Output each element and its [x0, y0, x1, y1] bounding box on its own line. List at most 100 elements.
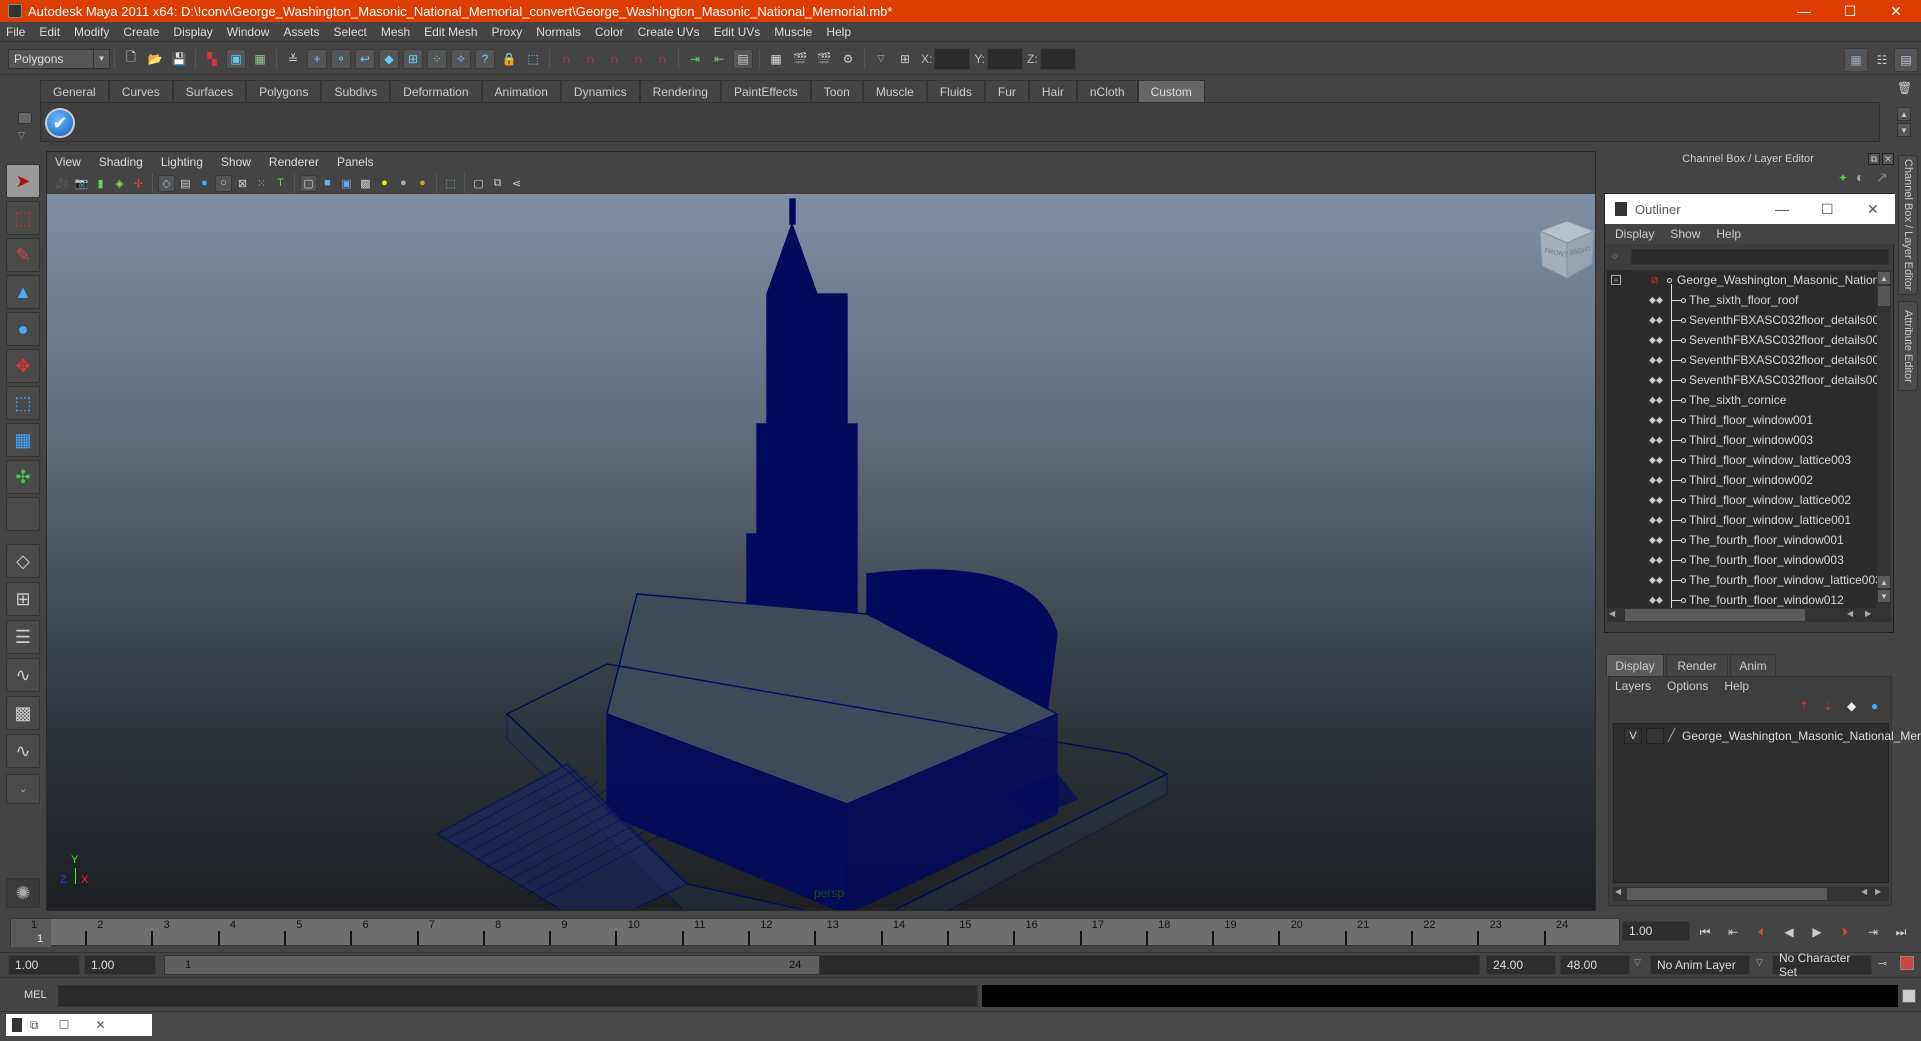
checkmark-shelf-button-icon[interactable]: ✔: [45, 108, 75, 138]
shelf-tab-deformation[interactable]: Deformation: [390, 80, 482, 102]
h-scroll-thumb[interactable]: [1627, 888, 1827, 900]
grid-toggle-icon[interactable]: ◇: [158, 174, 175, 192]
h-scroll-thumb[interactable]: [1625, 609, 1805, 621]
outliner-item[interactable]: ⬥⬥ SeventhFBXASC032floor_details001: [1607, 310, 1877, 330]
input-connections-icon[interactable]: ⇥: [685, 49, 705, 69]
layer-tab-render[interactable]: Render: [1666, 654, 1728, 676]
select-camera-icon[interactable]: 🎥: [54, 175, 71, 192]
render-view-icon[interactable]: ▦: [766, 49, 786, 69]
maximize-icon[interactable]: ☐: [59, 1018, 70, 1032]
minimized-window[interactable]: ⧉ ☐ ✕: [6, 1014, 152, 1036]
pick-deformations-icon[interactable]: ⊞: [403, 48, 423, 69]
layer-menu-options[interactable]: Options: [1667, 679, 1708, 693]
outliner-persp-layout-icon[interactable]: ☰: [6, 620, 40, 654]
play-forward-icon[interactable]: ▶: [1808, 923, 1826, 941]
scroll-right-icon[interactable]: ▶: [1875, 887, 1881, 896]
anim-layer-dropdown-icon[interactable]: ▽: [1634, 957, 1641, 968]
all-lights-icon[interactable]: ●: [395, 175, 412, 192]
select-tool-icon[interactable]: ➤: [6, 164, 40, 198]
shelf-scroll-up-icon[interactable]: ▲: [1897, 107, 1911, 121]
x-ray-icon[interactable]: ▢: [470, 175, 487, 192]
pick-rendering-icon[interactable]: ✧: [451, 48, 471, 69]
shelf-tab-fluids[interactable]: Fluids: [926, 80, 985, 102]
pick-handles-icon[interactable]: +: [307, 48, 327, 69]
outliner-root-item[interactable]: − ⧄ George_Washington_Masonic_National_: [1607, 270, 1877, 290]
anim-layer-field[interactable]: No Anim Layer: [1650, 955, 1750, 975]
lock-selection-icon[interactable]: 🔒: [499, 49, 519, 69]
shelf-tab-custom[interactable]: Custom: [1137, 80, 1205, 102]
menu-muscle[interactable]: Muscle: [774, 25, 812, 39]
shelf-tab-animation[interactable]: Animation: [481, 80, 561, 102]
outliner-item[interactable]: ⬥⬥ The_sixth_floor_roof: [1607, 290, 1877, 310]
image-plane-icon[interactable]: ◈: [111, 175, 128, 192]
field-chart-icon[interactable]: ⊠: [234, 175, 251, 192]
menu-normals[interactable]: Normals: [536, 25, 581, 39]
vp-menu-renderer[interactable]: Renderer: [269, 155, 319, 169]
menu-create[interactable]: Create: [123, 25, 159, 39]
menu-assets[interactable]: Assets: [283, 25, 319, 39]
outliner-menu-show[interactable]: Show: [1670, 227, 1700, 241]
manipulator-icon[interactable]: ✦: [1838, 171, 1848, 185]
render-settings-icon[interactable]: ⚙: [838, 49, 858, 69]
tool-settings-toggle-icon[interactable]: ☷: [1870, 48, 1894, 72]
save-scene-icon[interactable]: 💾: [169, 49, 189, 69]
scroll-right-icon[interactable]: ▶: [1865, 609, 1877, 621]
ipr-render-icon[interactable]: 🎬: [814, 49, 834, 69]
safe-action-icon[interactable]: ⁙: [253, 175, 270, 192]
output-connections-icon[interactable]: ⇤: [709, 49, 729, 69]
layout-more-icon[interactable]: ⌄: [6, 774, 40, 804]
construction-history-icon[interactable]: ▤: [733, 48, 753, 69]
snap-to-grid-icon[interactable]: ∩: [556, 49, 576, 69]
transform-mode-dropdown-icon[interactable]: ▽: [871, 49, 891, 69]
layer-visibility-toggle[interactable]: V: [1624, 728, 1642, 744]
tab-channel-box-layer-editor[interactable]: Channel Box / Layer Editor: [1898, 155, 1918, 295]
script-language-toggle[interactable]: MEL: [24, 989, 47, 1001]
pick-joints-icon[interactable]: ⚬: [331, 48, 351, 69]
x-field[interactable]: [934, 47, 971, 70]
range-slider-track[interactable]: [820, 955, 1480, 975]
outliner-item[interactable]: ⬥⬥ Third_floor_window001: [1607, 410, 1877, 430]
maximize-button[interactable]: ☐: [1827, 0, 1873, 22]
select-by-object-icon[interactable]: ▣: [226, 48, 246, 69]
script-editor-icon[interactable]: [1902, 989, 1916, 1003]
tab-attribute-editor[interactable]: Attribute Editor: [1898, 301, 1918, 391]
animation-preferences-icon[interactable]: [1900, 956, 1914, 970]
last-tool-slot[interactable]: [6, 497, 40, 531]
playback-end-field[interactable]: 24.00: [1486, 955, 1556, 975]
scroll-left-icon[interactable]: ◀: [1861, 887, 1867, 896]
four-view-layout-icon[interactable]: ⊞: [6, 582, 40, 616]
new-layer-selected-icon[interactable]: ●: [1871, 699, 1878, 713]
pick-curves-icon[interactable]: ↩: [355, 48, 375, 69]
layer-type-toggle[interactable]: [1646, 728, 1664, 744]
restore-icon[interactable]: ⧉: [30, 1018, 39, 1033]
command-input[interactable]: [58, 985, 978, 1007]
view-cube[interactable]: FRONT RIGHT: [1532, 216, 1596, 279]
range-slider-handle[interactable]: 1 24: [164, 955, 820, 975]
new-scene-icon[interactable]: 🗋: [121, 49, 141, 69]
default-lighting-icon[interactable]: ●: [376, 175, 393, 192]
outliner-menu-help[interactable]: Help: [1716, 227, 1741, 241]
arrow-icon[interactable]: ↗: [1876, 169, 1888, 186]
pick-surfaces-icon[interactable]: ◆: [379, 48, 399, 69]
snap-to-view-plane-icon[interactable]: ∩: [628, 49, 648, 69]
step-forward-key-icon[interactable]: ⇥: [1864, 923, 1882, 941]
outliner-item[interactable]: ⬥⬥ The_fourth_floor_window001: [1607, 530, 1877, 550]
outliner-close-button[interactable]: ✕: [1867, 201, 1879, 218]
outliner-filter-input[interactable]: [1631, 249, 1889, 265]
shelf-tab-rendering[interactable]: Rendering: [639, 80, 721, 102]
menu-file[interactable]: File: [6, 25, 25, 39]
shelf-tab-painteffects[interactable]: PaintEffects: [720, 80, 811, 102]
time-slider[interactable]: 1 1 2 3 4 5 6 7 8 9 10 11 12 13 14 15 16 17 18 19 20 21 22 23 2…: [10, 918, 1620, 947]
snap-to-point-icon[interactable]: ∩: [604, 49, 624, 69]
layer-horizontal-scrollbar[interactable]: ◀ ◀ ▶: [1613, 887, 1889, 901]
pick-misc-icon[interactable]: ?: [475, 48, 495, 69]
auto-key-icon[interactable]: ⊸: [1878, 957, 1887, 970]
film-gate-icon[interactable]: ▤: [177, 175, 194, 192]
shelf-tab-dynamics[interactable]: Dynamics: [560, 80, 640, 102]
current-time-field[interactable]: 1.00: [1622, 921, 1690, 941]
go-to-end-icon[interactable]: ⏭: [1892, 923, 1910, 941]
mask-dropdown-icon[interactable]: ≚: [283, 49, 303, 69]
menu-color[interactable]: Color: [595, 25, 624, 39]
perspective-viewport[interactable]: FRONT RIGHT Y Z X persp: [47, 194, 1596, 910]
shelf-tabs-toggle[interactable]: [18, 112, 32, 124]
